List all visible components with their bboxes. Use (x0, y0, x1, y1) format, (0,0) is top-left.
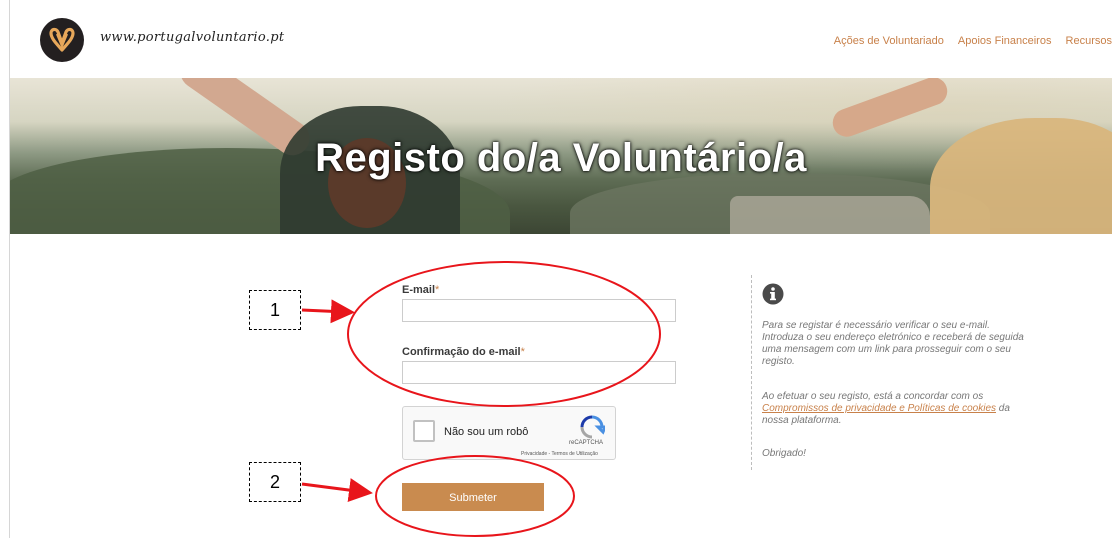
annotation-overlay (301, 261, 661, 537)
annotation-ellipse-1 (347, 261, 661, 407)
annotation-arrow-1 (301, 299, 355, 324)
annotation-ellipse-2 (375, 455, 575, 537)
left-frame-border (0, 0, 10, 538)
annotation-arrow-2 (301, 478, 373, 502)
